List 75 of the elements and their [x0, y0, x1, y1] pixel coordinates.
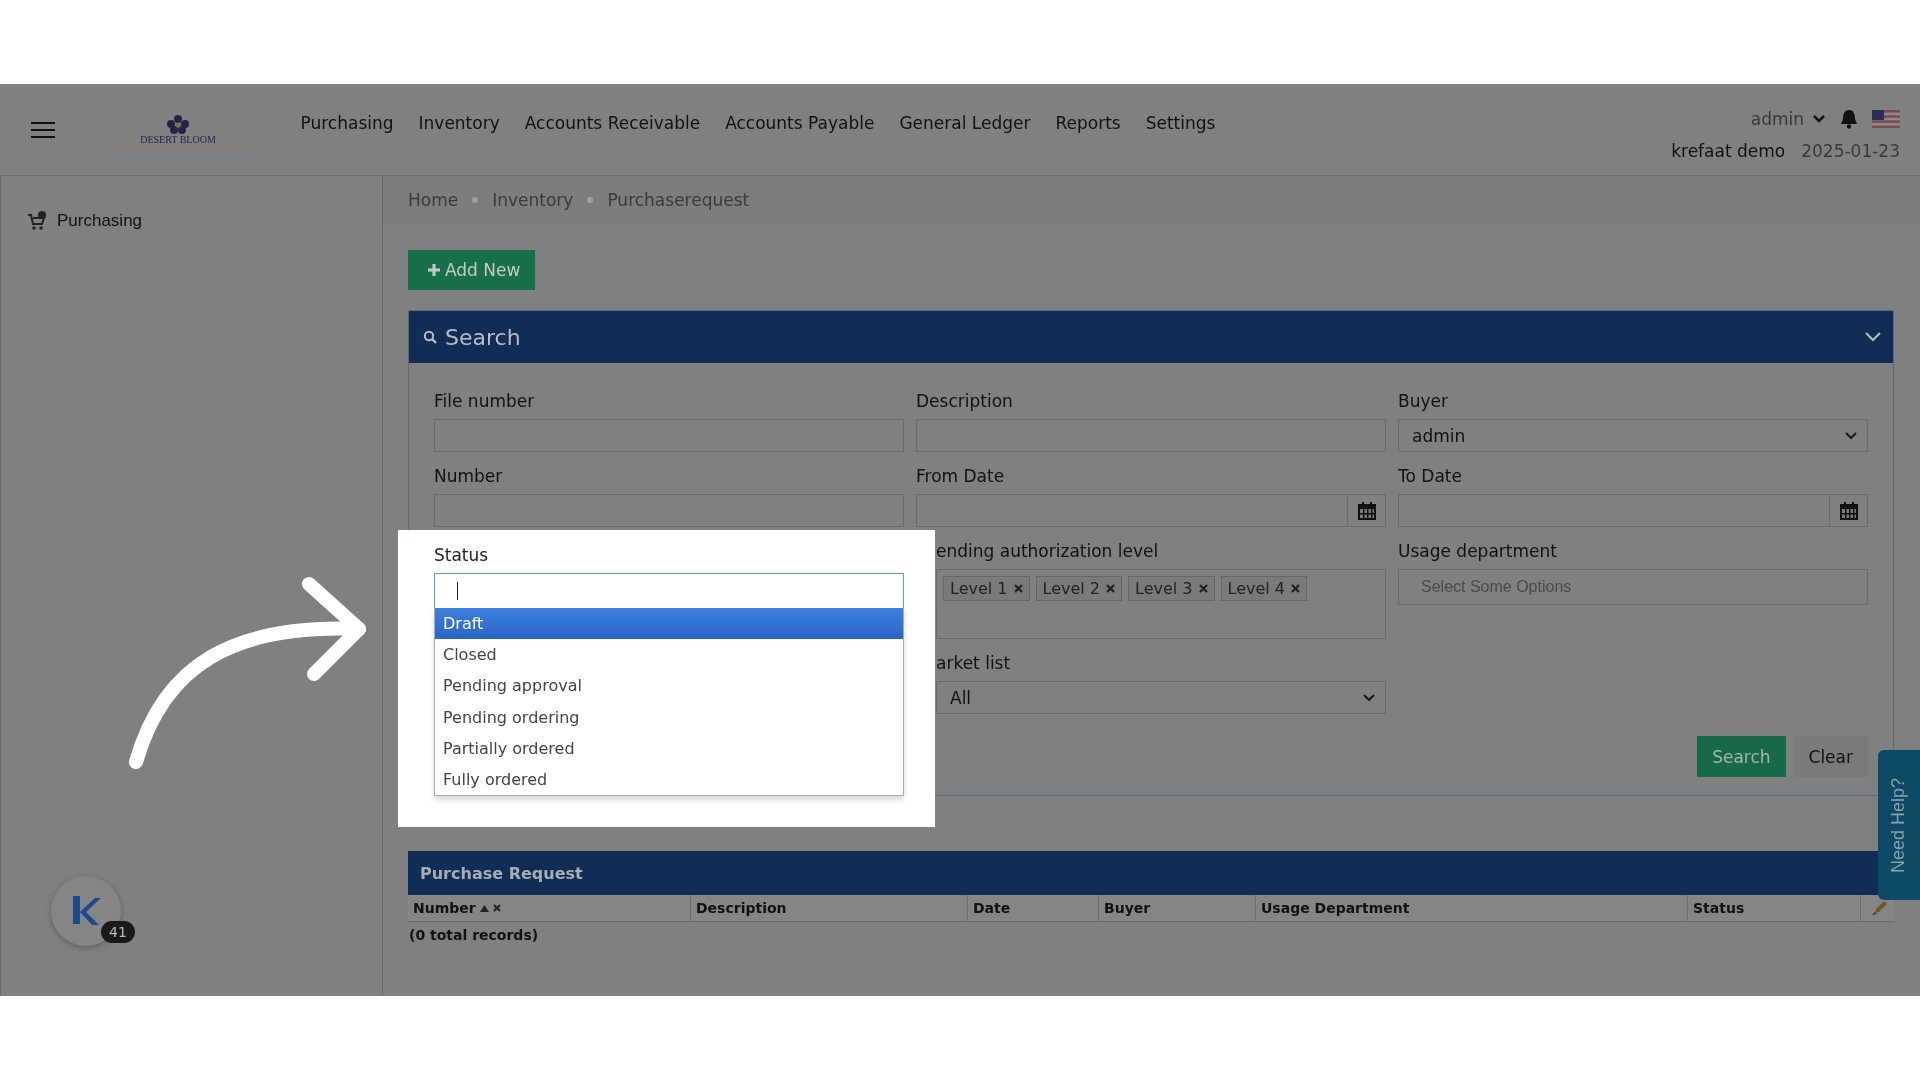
nav-link[interactable]: Accounts Receivable: [512, 112, 713, 133]
nav-link[interactable]: Inventory: [406, 112, 513, 133]
column-header[interactable]: Date: [973, 900, 1011, 916]
field-label: To Date: [1398, 466, 1463, 486]
option-tag[interactable]: Level 2: [1035, 576, 1122, 601]
option-tag[interactable]: Level 4: [1220, 576, 1307, 601]
calendar-icon: [1838, 500, 1859, 521]
caret-icon: [1363, 693, 1375, 702]
field-label: ending authorization level: [936, 541, 1160, 561]
dot-separator-icon: [587, 197, 594, 203]
nav-link[interactable]: Accounts Payable: [712, 112, 887, 133]
field-label: Status: [434, 545, 490, 565]
caret-icon: [1812, 113, 1826, 124]
dropdown-option[interactable]: Pending approval: [435, 670, 903, 702]
caret-icon: [1845, 431, 1857, 440]
breadcrumb-link[interactable]: Inventory: [492, 190, 574, 210]
multi-select-field[interactable]: Level 1 Level 2 Level 3 Level 4: [936, 569, 1386, 639]
field-label: arket list: [936, 653, 1012, 673]
nav-link[interactable]: Reports: [1042, 112, 1134, 133]
chevron-icon: [1865, 332, 1881, 342]
cart-icon: [27, 211, 47, 231]
column-header[interactable]: Number: [413, 900, 476, 916]
dropdown-option[interactable]: Draft: [435, 608, 903, 640]
column-header[interactable]: Description: [696, 900, 787, 916]
calendar-button[interactable]: [1830, 494, 1868, 527]
count-badge: 41: [101, 921, 135, 943]
select-field[interactable]: admin: [1398, 419, 1868, 452]
close-icon: [1291, 584, 1300, 593]
column-header[interactable]: Buyer: [1104, 900, 1151, 916]
field-label: Description: [916, 391, 1014, 411]
flower-icon: [165, 113, 191, 134]
column-header[interactable]: Status: [1693, 900, 1745, 916]
field-label: File number: [434, 391, 536, 411]
search-field[interactable]: [434, 573, 904, 609]
nav-link[interactable]: Settings: [1133, 112, 1228, 133]
select-field[interactable]: All: [936, 681, 1386, 714]
search-panel-header[interactable]: Search: [409, 311, 1893, 363]
pencil-icon: [1872, 900, 1888, 916]
option-tag[interactable]: Level 3: [1128, 576, 1215, 601]
add-new-button[interactable]: Add New: [408, 250, 536, 290]
dropdown-option[interactable]: Pending ordering: [435, 701, 903, 733]
calendar-button[interactable]: [1348, 494, 1386, 527]
search-icon: [423, 330, 437, 344]
close-icon: [492, 904, 501, 912]
close-icon: [1106, 584, 1115, 593]
nav-link[interactable]: Purchasing: [288, 112, 407, 133]
option-tag[interactable]: Level 1: [943, 576, 1030, 601]
dot-separator-icon: [472, 197, 479, 203]
field-label: Number: [434, 466, 504, 486]
field-label: Buyer: [1398, 391, 1449, 411]
breadcrumb-link[interactable]: Purchaserequest: [607, 190, 750, 210]
field-label: Usage department: [1398, 541, 1558, 561]
record-count: (0 total records): [408, 926, 540, 943]
flag-icon[interactable]: [1872, 109, 1900, 128]
sort-up-icon: [479, 904, 489, 912]
clear-button[interactable]: Clear: [1793, 736, 1868, 777]
user-menu[interactable]: admin: [1750, 108, 1826, 129]
dropdown-option[interactable]: Closed: [435, 639, 903, 671]
search-button[interactable]: Search: [1697, 736, 1786, 777]
column-header[interactable]: Usage Department: [1261, 900, 1410, 916]
breadcrumb-link[interactable]: Home: [408, 190, 459, 210]
close-icon: [1013, 584, 1023, 593]
calendar-icon: [1356, 500, 1377, 521]
account-name: krefaat demo: [1671, 140, 1786, 161]
bell-icon[interactable]: [1840, 108, 1858, 129]
menu-icon[interactable]: [31, 120, 55, 139]
sidebar-item[interactable]: Purchasing: [1, 176, 382, 231]
header-date: 2025-01-23: [1801, 140, 1900, 161]
dropdown-option[interactable]: Partially ordered: [435, 732, 903, 764]
field-label: From Date: [916, 466, 1006, 486]
close-icon: [1198, 584, 1208, 593]
nav-link[interactable]: General Ledger: [886, 112, 1043, 133]
dropdown-option[interactable]: Fully ordered: [435, 763, 903, 796]
logo-text: DESERT BLOOM: [140, 133, 216, 145]
plus-icon: [428, 264, 440, 276]
